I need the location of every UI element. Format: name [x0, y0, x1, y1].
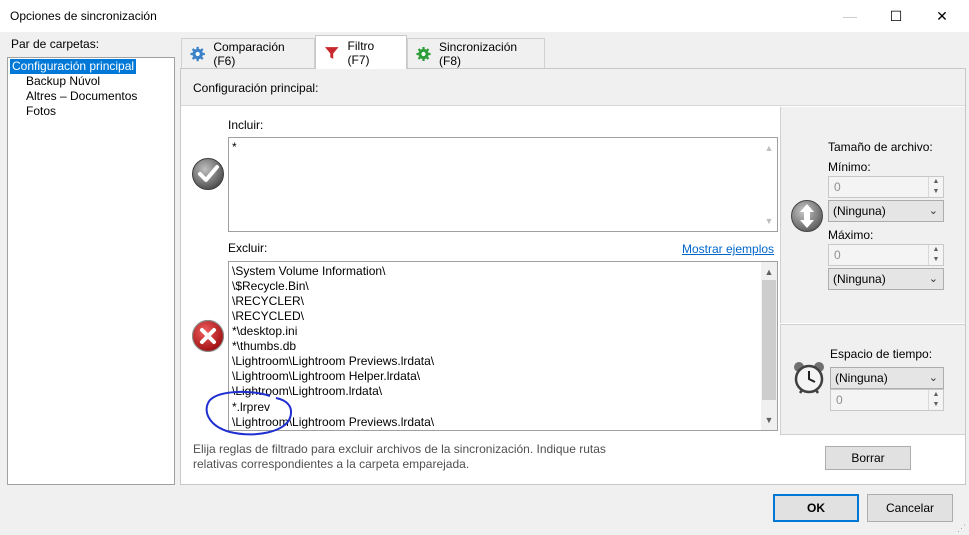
minimize-button[interactable]: — — [827, 0, 873, 32]
max-size-value: 0 — [834, 248, 841, 262]
folder-pair-list[interactable]: Configuración principal Backup Núvol Alt… — [7, 57, 175, 485]
spin-buttons[interactable]: ▲ ▼ — [928, 390, 943, 410]
scroll-down-icon[interactable]: ▼ — [761, 213, 777, 229]
maximize-button[interactable]: ☐ — [873, 0, 919, 32]
file-size-title: Tamaño de archivo: — [828, 140, 933, 154]
spin-buttons[interactable]: ▲ ▼ — [928, 245, 943, 265]
exclude-line: \System Volume Information\ — [232, 264, 386, 278]
help-line: relativas correspondientes a la carpeta … — [193, 457, 470, 471]
time-span-value: 0 — [836, 393, 843, 407]
spin-buttons[interactable]: ▲ ▼ — [928, 177, 943, 197]
tab-filter[interactable]: Filtro (F7) — [315, 35, 407, 69]
min-size-value: 0 — [834, 180, 841, 194]
chevron-down-icon: ⌄ — [928, 372, 938, 384]
exclude-line: \$Recycle.Bin\ — [232, 279, 309, 293]
min-label: Mínimo: — [828, 160, 871, 174]
exclude-line: \RECYCLER\ — [232, 294, 305, 308]
tab-label: Comparación (F6) — [213, 39, 285, 68]
cross-icon — [191, 319, 225, 353]
exclude-line: *\desktop.ini — [232, 324, 298, 338]
tab-comparison[interactable]: Comparación (F6) — [181, 38, 315, 68]
cancel-button[interactable]: Cancelar — [867, 494, 953, 522]
exclude-line: \Lightroom\Lightroom Helper.lrdata\ — [232, 369, 421, 383]
exclude-line: \Lightroom\Lightroom Previews.lrdata\ — [232, 354, 435, 368]
close-button[interactable]: ✕ — [919, 0, 965, 32]
ok-button[interactable]: OK — [773, 494, 859, 522]
include-label: Incluir: — [228, 118, 264, 132]
tab-synchronization[interactable]: Sincronización (F8) — [407, 38, 545, 68]
checkmark-icon — [192, 158, 224, 190]
annotation-circle — [205, 390, 292, 436]
max-size-input[interactable]: 0 ▲ ▼ — [828, 244, 944, 266]
scroll-down-icon[interactable]: ▼ — [761, 412, 777, 428]
exclude-line: \RECYCLED\ — [232, 309, 305, 323]
show-examples-link[interactable]: Mostrar ejemplos — [682, 242, 774, 256]
time-span-title: Espacio de tiempo: — [830, 347, 933, 361]
time-span-unit: (Ninguna) — [835, 371, 888, 385]
funnel-icon — [324, 46, 339, 59]
folder-pair-item[interactable]: Backup Núvol — [24, 74, 102, 89]
scroll-up-icon[interactable]: ▲ — [761, 140, 777, 156]
exclude-scrollbar[interactable]: ▲ ▼ — [761, 262, 777, 430]
file-size-icon — [791, 200, 823, 232]
spin-up-icon[interactable]: ▲ — [929, 177, 943, 187]
folder-pair-item[interactable]: Fotos — [24, 104, 58, 119]
clear-button[interactable]: Borrar — [825, 446, 911, 470]
chevron-down-icon: ⌄ — [928, 273, 938, 285]
max-size-unit-select[interactable]: (Ninguna) ⌄ — [828, 268, 944, 290]
spin-down-icon[interactable]: ▼ — [929, 400, 943, 410]
max-label: Máximo: — [828, 228, 874, 242]
min-size-unit-select[interactable]: (Ninguna) ⌄ — [828, 200, 944, 222]
help-text: Elija reglas de filtrado para excluir ar… — [193, 442, 606, 472]
include-textarea[interactable]: * ▲ ▼ — [228, 137, 778, 232]
spin-up-icon[interactable]: ▲ — [929, 390, 943, 400]
folder-pair-item[interactable]: Altres – Documentos — [24, 89, 139, 104]
spin-down-icon[interactable]: ▼ — [929, 187, 943, 197]
exclude-textarea[interactable]: \System Volume Information\ \$Recycle.Bi… — [228, 261, 778, 431]
exclude-label: Excluir: — [228, 241, 268, 255]
gear-icon — [190, 46, 205, 61]
include-text: * — [232, 140, 237, 154]
folder-pair-item[interactable]: Configuración principal — [10, 59, 137, 74]
spin-up-icon[interactable]: ▲ — [929, 245, 943, 255]
folder-pair-heading: Par de carpetas: — [11, 37, 100, 51]
min-size-unit: (Ninguna) — [833, 204, 886, 218]
spin-down-icon[interactable]: ▼ — [929, 255, 943, 265]
tab-label: Filtro (F7) — [347, 38, 375, 67]
scroll-thumb[interactable] — [762, 280, 776, 400]
max-size-unit: (Ninguna) — [833, 272, 886, 286]
time-span-select[interactable]: (Ninguna) ⌄ — [830, 367, 944, 389]
scroll-up-icon[interactable]: ▲ — [761, 264, 777, 280]
chevron-down-icon: ⌄ — [928, 205, 938, 217]
divider — [780, 434, 965, 435]
time-span-input[interactable]: 0 ▲ ▼ — [830, 389, 944, 411]
tab-label: Sincronización (F8) — [439, 39, 518, 68]
gear-icon — [416, 46, 431, 61]
exclude-line: *\thumbs.db — [232, 339, 297, 353]
help-line: Elija reglas de filtrado para excluir ar… — [193, 442, 606, 456]
min-size-input[interactable]: 0 ▲ ▼ — [828, 176, 944, 198]
alarm-clock-icon — [794, 362, 824, 394]
include-scrollbar[interactable]: ▲ ▼ — [761, 138, 777, 231]
window-title: Opciones de sincronización — [10, 9, 157, 23]
resize-grip-icon[interactable]: ⋰ — [957, 523, 967, 533]
section-title: Configuración principal: — [193, 81, 319, 95]
